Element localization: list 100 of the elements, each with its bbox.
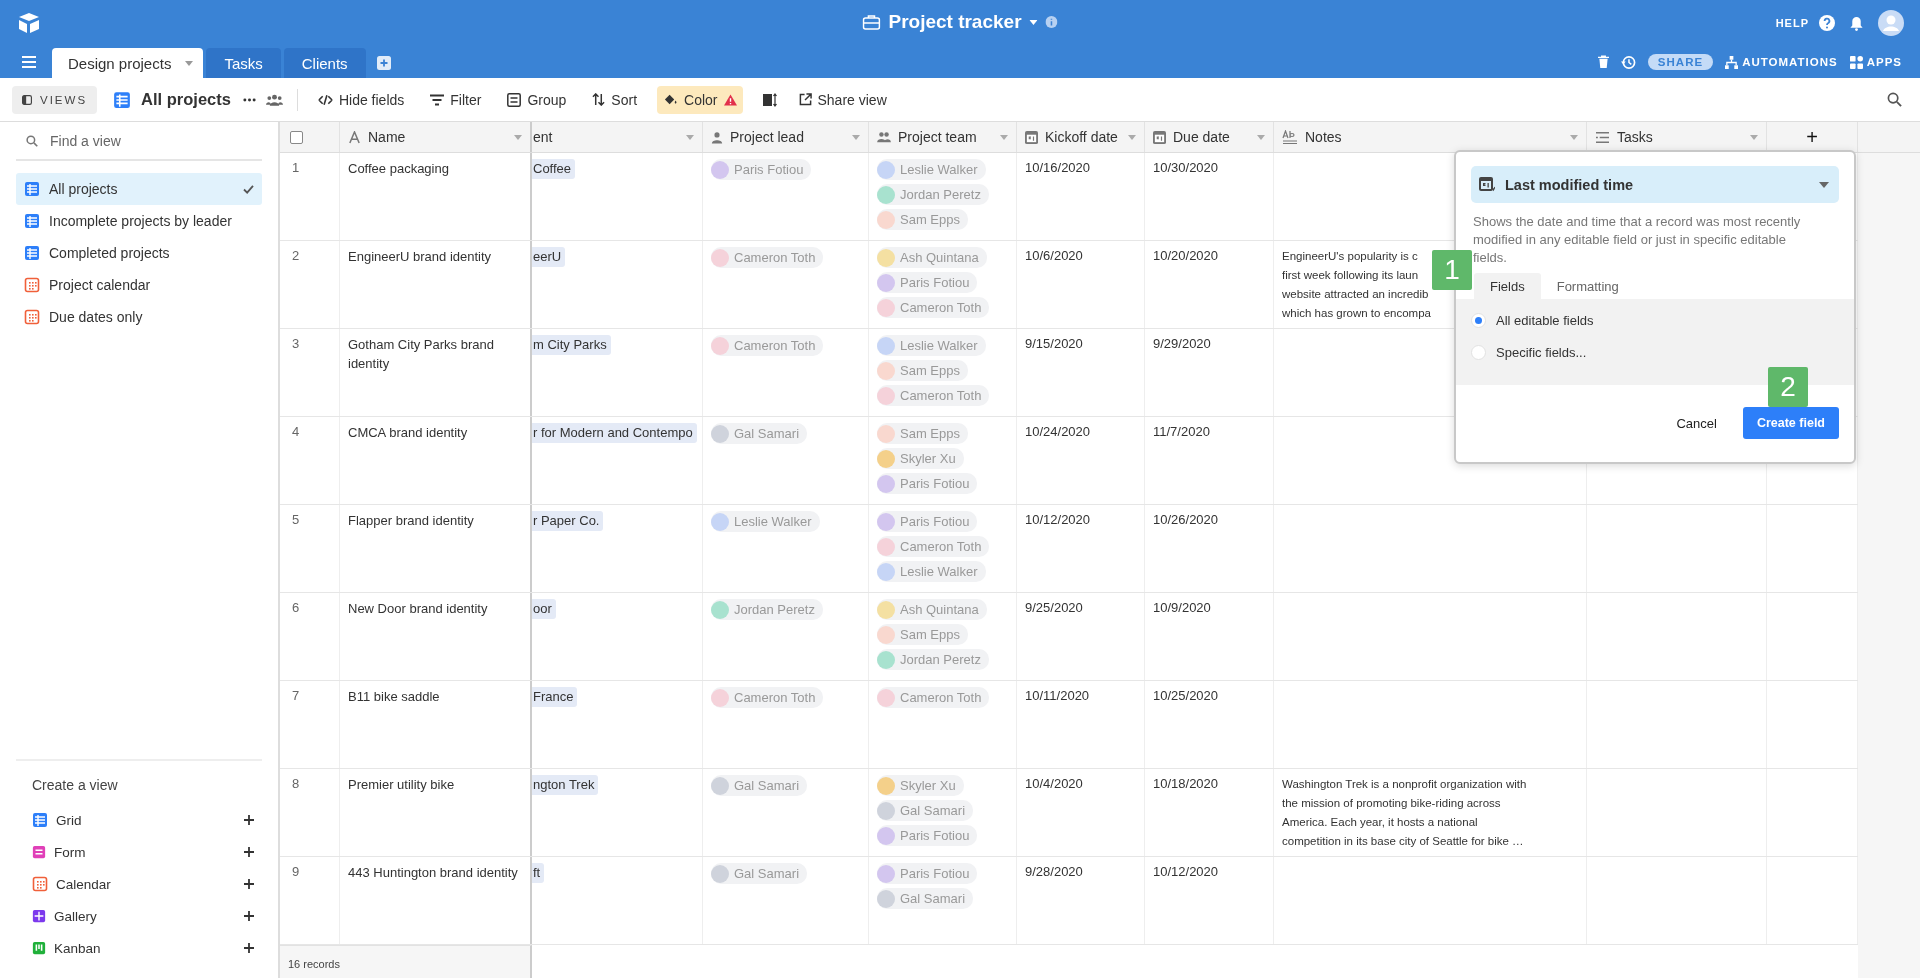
create-view-option[interactable]: Gallery [32, 900, 262, 932]
caret-icon[interactable] [1000, 134, 1008, 140]
settings-tab[interactable]: Fields [1474, 273, 1541, 299]
plus-icon[interactable] [244, 943, 254, 953]
trash-icon[interactable] [1597, 55, 1609, 69]
info-icon[interactable] [1045, 16, 1058, 28]
date-cell: 9/25/2020 [1025, 599, 1083, 617]
field-type-select[interactable]: Last modified time [1471, 166, 1839, 203]
caret-icon[interactable] [1128, 134, 1136, 140]
hide-fields-button[interactable]: Hide fields [311, 85, 411, 114]
date-cell: 10/16/2020 [1025, 159, 1091, 177]
help-link[interactable]: HELP [1775, 17, 1809, 29]
collaborator-chip: Cameron Toth [711, 247, 824, 268]
help-icon[interactable] [1819, 15, 1835, 31]
record-name: EngineerU brand identity [348, 248, 492, 266]
caret-icon[interactable] [1570, 134, 1578, 140]
caret-icon[interactable] [1750, 134, 1758, 140]
column-header[interactable]: Project lead [703, 122, 869, 152]
row-height-icon[interactable] [762, 92, 777, 107]
linked-record-chip[interactable]: ngton Trek [532, 775, 599, 795]
plus-icon[interactable] [244, 879, 254, 889]
bell-icon[interactable] [1849, 15, 1864, 31]
flow-icon[interactable] [1725, 55, 1739, 69]
caret-icon[interactable] [686, 134, 694, 140]
view-item[interactable]: Due dates only [16, 301, 262, 333]
add-table-icon[interactable] [376, 56, 391, 70]
caret-icon[interactable] [514, 134, 522, 140]
more-icon[interactable] [242, 97, 256, 102]
caret-icon[interactable] [1819, 181, 1829, 188]
cancel-button[interactable]: Cancel [1670, 414, 1723, 432]
column-header[interactable]: ent [532, 122, 703, 152]
radio-button[interactable] [1471, 313, 1486, 328]
view-item[interactable]: All projects [16, 173, 262, 205]
external-link-icon[interactable] [798, 93, 812, 106]
group-button[interactable]: Group [501, 85, 573, 114]
group-icon[interactable] [507, 92, 522, 107]
create-view-option[interactable]: Kanban [32, 932, 262, 964]
create-view-option[interactable]: Grid [32, 804, 262, 836]
sidebar-icon[interactable] [22, 94, 32, 105]
linked-record-chip[interactable]: France [532, 687, 578, 707]
linked-record-chip[interactable]: oor [532, 599, 556, 619]
radio-label[interactable]: Specific fields... [1496, 345, 1587, 360]
column-header[interactable]: Kickoff date [1017, 122, 1145, 152]
radio-label[interactable]: All editable fields [1496, 313, 1594, 328]
caret-icon[interactable] [1029, 19, 1038, 25]
plus-icon[interactable] [244, 847, 254, 857]
calendar-icon [1025, 130, 1038, 144]
menu-icon[interactable] [22, 56, 36, 68]
view-item[interactable]: Completed projects [16, 237, 262, 269]
view-item[interactable]: Incomplete projects by leader [16, 205, 262, 237]
column-header[interactable]: Due date [1145, 122, 1274, 152]
filter-button[interactable]: Filter [424, 85, 488, 114]
column-header[interactable]: Name [340, 122, 532, 152]
plus-icon[interactable] [244, 911, 254, 921]
linked-record-chip[interactable]: m City Parks [532, 335, 611, 355]
record-name: Flapper brand identity [348, 512, 474, 530]
account-avatar-icon[interactable] [1878, 10, 1904, 36]
logo-icon[interactable] [17, 12, 41, 34]
code-slash-icon[interactable] [317, 93, 333, 106]
date-cell: 10/6/2020 [1025, 247, 1083, 265]
view-item[interactable]: Project calendar [16, 269, 262, 301]
settings-tab[interactable]: Formatting [1540, 273, 1635, 299]
linked-record-chip[interactable]: Coffee [532, 159, 576, 179]
apps-button[interactable]: APPS [1849, 55, 1902, 69]
briefcase-icon [862, 14, 881, 30]
select-all-checkbox[interactable] [290, 130, 303, 144]
sort-button[interactable]: Sort [586, 85, 644, 114]
column-header[interactable]: Project team [869, 122, 1017, 152]
table-tab[interactable]: Design projects [52, 48, 204, 78]
create-field-button[interactable]: Create field [1742, 407, 1839, 439]
history-icon[interactable] [1620, 54, 1636, 70]
linked-record-chip[interactable]: r Paper Co. [532, 511, 604, 531]
sort-icon[interactable] [592, 93, 606, 106]
linked-record-chip[interactable]: r for Modern and Contempo [532, 423, 697, 443]
share-view-button[interactable]: Share view [792, 85, 893, 114]
base-title[interactable]: Project tracker [888, 11, 1022, 33]
row-number: 2 [292, 247, 300, 265]
views-button[interactable]: VIEWS [12, 85, 98, 114]
radio-button[interactable] [1471, 345, 1486, 360]
caret-icon[interactable] [852, 134, 860, 140]
linked-record-chip[interactable]: eerU [532, 247, 566, 267]
apps-icon[interactable] [1849, 55, 1863, 69]
caret-icon[interactable] [185, 60, 194, 66]
color-button[interactable]: Color [657, 85, 743, 114]
caret-icon[interactable] [1257, 134, 1265, 140]
paint-bucket-icon[interactable] [663, 93, 679, 106]
automations-button[interactable]: AUTOMATIONS [1725, 55, 1838, 69]
create-view-option[interactable]: Calendar [32, 868, 262, 900]
plus-icon[interactable] [244, 815, 254, 825]
people-icon[interactable] [265, 93, 283, 106]
view-name[interactable]: All projects [141, 90, 231, 109]
table-tab[interactable]: Tasks [206, 48, 281, 78]
table-tab[interactable]: Clients [283, 48, 366, 78]
linked-record-chip[interactable]: ft [532, 863, 545, 883]
find-view-field[interactable]: Find a view [48, 131, 252, 150]
filter-icon[interactable] [430, 93, 445, 106]
date-cell: 10/12/2020 [1025, 511, 1091, 529]
search-icon[interactable] [1887, 92, 1902, 107]
record-name: 443 Huntington brand identity [348, 864, 518, 882]
create-view-option[interactable]: Form [32, 836, 262, 868]
